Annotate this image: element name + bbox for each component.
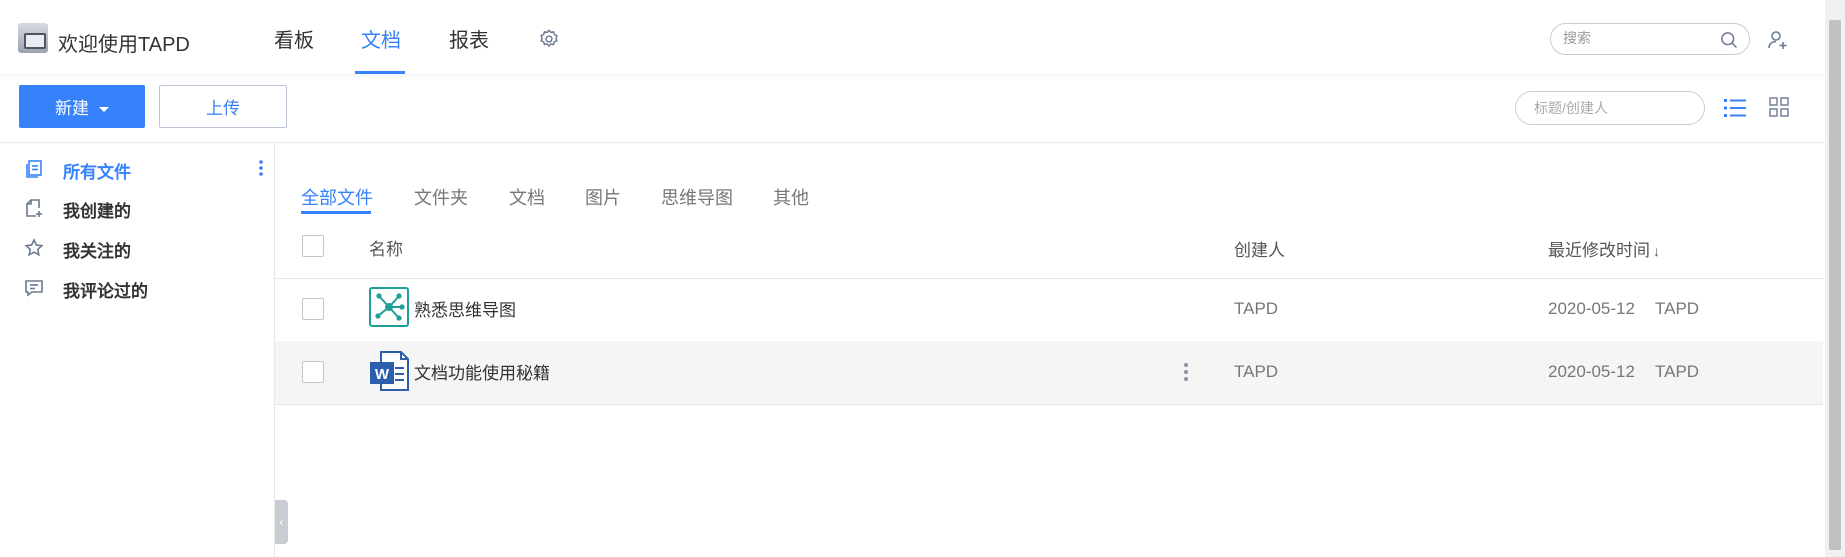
page-scrollbar[interactable] — [1825, 0, 1845, 557]
list-view-icon[interactable] — [1724, 97, 1746, 119]
nav-tab-reports[interactable]: 报表 — [449, 24, 489, 74]
add-member-icon[interactable] — [1766, 28, 1790, 52]
file-filter-input[interactable] — [1534, 100, 1694, 116]
word-doc-icon: W — [370, 351, 409, 391]
app-title[interactable]: 欢迎使用TAPD — [58, 28, 190, 57]
row-checkbox[interactable] — [302, 298, 324, 320]
sidebar-item-label: 我关注的 — [63, 242, 131, 261]
caret-down-icon — [99, 107, 109, 113]
tab-others[interactable]: 其他 — [773, 184, 809, 210]
column-header-name[interactable]: 名称 — [369, 235, 403, 260]
sort-desc-icon[interactable]: ↓ — [1653, 243, 1660, 259]
column-header-modified[interactable]: 最近修改时间 ↓ — [1548, 236, 1660, 261]
sidebar-item-created-by-me[interactable]: 我创建的 — [24, 194, 274, 224]
tab-all-files[interactable]: 全部文件 — [301, 184, 373, 210]
select-all-checkbox[interactable] — [302, 235, 324, 257]
created-icon — [26, 199, 42, 217]
file-name[interactable]: 熟悉思维导图 — [414, 296, 516, 321]
svg-text:W: W — [375, 366, 390, 383]
sidebar-item-all-files[interactable]: 所有文件 — [24, 155, 274, 185]
nav-tab-documents[interactable]: 文档 — [361, 24, 401, 74]
sidebar-item-label: 所有文件 — [63, 163, 131, 182]
mindmap-icon — [369, 287, 409, 327]
more-options-icon[interactable] — [258, 159, 264, 177]
global-search — [1550, 23, 1750, 55]
global-search-input[interactable] — [1563, 30, 1713, 46]
nav-tab-board[interactable]: 看板 — [274, 24, 314, 74]
grid-view-icon[interactable] — [1769, 97, 1789, 117]
tab-active-indicator — [301, 211, 371, 214]
nav-active-indicator — [355, 71, 405, 74]
column-header-creator[interactable]: 创建人 — [1234, 236, 1285, 261]
scrollbar-thumb[interactable] — [1829, 20, 1841, 550]
file-modified-date: 2020-05-12 — [1548, 362, 1635, 381]
file-creator: TAPD — [1234, 299, 1279, 318]
file-name[interactable]: 文档功能使用秘籍 — [414, 359, 550, 384]
star-icon — [24, 238, 44, 257]
sidebar-item-label: 我创建的 — [63, 202, 131, 221]
top-header: 欢迎使用TAPD 看板 文档 报表 — [0, 0, 1825, 74]
upload-button[interactable]: 上传 — [159, 85, 287, 128]
table-header-divider — [275, 278, 1823, 279]
file-modified-by: TAPD — [1655, 299, 1700, 318]
sidebar-item-label: 我评论过的 — [63, 282, 148, 301]
file-modified-by: TAPD — [1655, 362, 1700, 381]
sidebar-item-following[interactable]: 我关注的 — [24, 234, 274, 264]
app-logo-icon[interactable] — [18, 23, 48, 53]
comment-icon — [25, 280, 43, 297]
tab-images[interactable]: 图片 — [585, 184, 621, 210]
tab-folders[interactable]: 文件夹 — [414, 184, 468, 210]
settings-gear-icon[interactable] — [538, 28, 560, 50]
new-button[interactable]: 新建 — [19, 85, 145, 128]
file-creator: TAPD — [1234, 362, 1279, 381]
row-divider — [275, 404, 1823, 405]
tab-documents[interactable]: 文档 — [509, 184, 545, 210]
column-header-modified-label: 最近修改时间 — [1548, 241, 1650, 260]
file-modified-date: 2020-05-12 — [1548, 299, 1635, 318]
row-checkbox[interactable] — [302, 361, 324, 383]
file-filter — [1515, 91, 1705, 125]
sidebar-item-commented[interactable]: 我评论过的 — [24, 274, 274, 304]
sidebar: 所有文件 我创建的 我关注的 我评论过的 — [0, 143, 275, 557]
tab-mindmaps[interactable]: 思维导图 — [661, 184, 733, 210]
new-button-label: 新建 — [55, 99, 89, 118]
files-icon — [26, 160, 42, 178]
row-more-options-icon[interactable] — [1183, 361, 1189, 383]
sidebar-collapse-handle[interactable]: ‹ — [275, 500, 288, 544]
search-icon[interactable] — [1719, 30, 1739, 50]
